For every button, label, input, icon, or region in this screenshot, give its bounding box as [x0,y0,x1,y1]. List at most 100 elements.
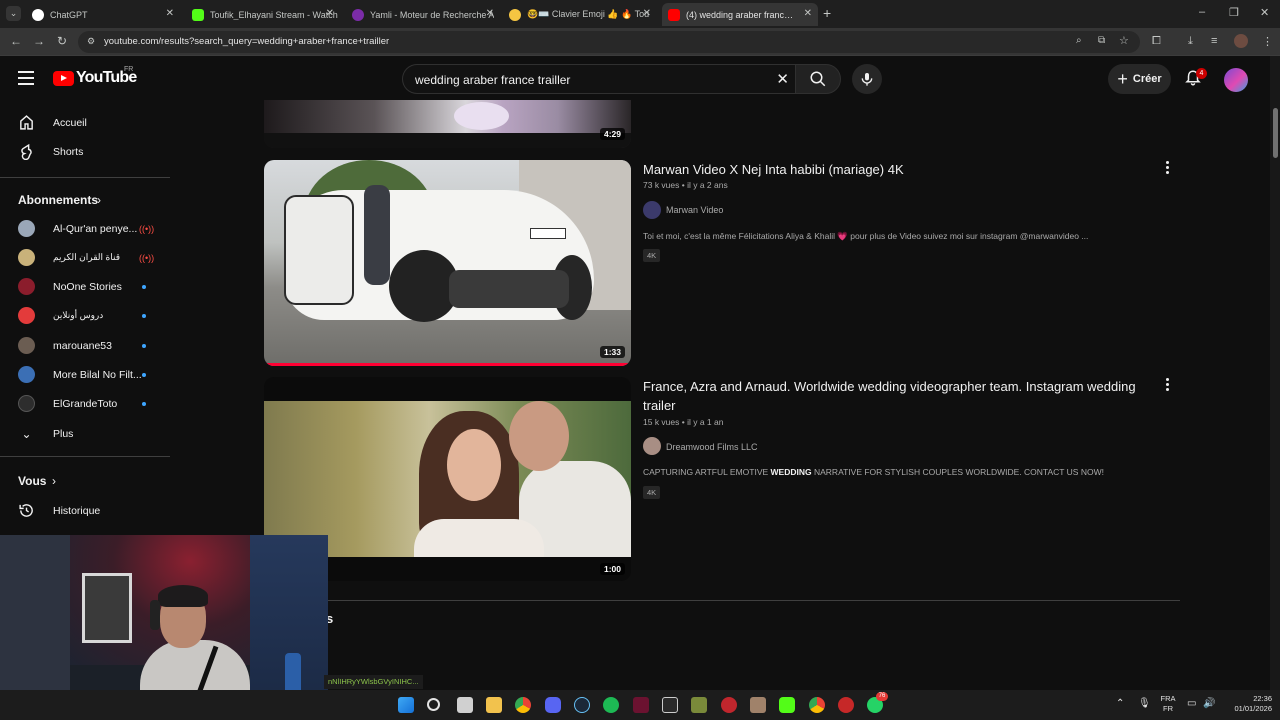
channel-avatar[interactable] [643,201,661,219]
subscription-item[interactable]: Al-Qur'an penye... ((•)) [0,214,170,243]
video-title[interactable]: Marwan Video X Nej Inta habibi (mariage)… [643,160,1153,179]
extensions-icon[interactable]: ⧠ [1152,35,1161,48]
forward-button[interactable]: → [33,34,45,48]
voice-search-button[interactable] [852,64,882,94]
video-title[interactable]: France, Azra and Arnaud. Worldwide weddi… [643,377,1153,415]
chrome-active-icon[interactable] [809,697,825,713]
hamburger-menu-icon[interactable] [18,71,34,89]
site-info-icon[interactable]: ⚙ [87,36,95,47]
tray-chevron-icon[interactable]: ⌃ [1116,698,1124,709]
new-tab-button[interactable]: + [823,5,831,21]
sidebar-item-history[interactable]: Historique [0,496,170,525]
close-icon[interactable]: ✕ [804,8,812,19]
sidebar-item-shorts[interactable]: Shorts [0,137,170,166]
media-icon[interactable]: ≡ [1211,35,1217,47]
subscription-item[interactable]: More Bilal No Filt... [0,360,170,389]
download-icon[interactable]: ⤓ [1188,35,1193,48]
video-meta: 73 k vues • il y a 2 ans [643,180,728,190]
file-explorer-icon[interactable] [486,697,502,713]
browser-tab[interactable]: Yamli - Moteur de Recherche A ✕ [346,3,500,26]
car-door [284,195,354,305]
close-icon[interactable]: ✕ [643,8,651,19]
plus-icon: + [1117,68,1128,89]
search-input-value: wedding araber france trailler [415,73,571,87]
browser-tab-active[interactable]: (4) wedding araber france trail ✕ [662,3,818,26]
zoom-icon[interactable]: ⌕ [1076,35,1082,46]
subscription-item[interactable]: قناة القران الكريم ((•)) [0,243,170,272]
back-button[interactable]: ← [10,34,22,48]
windows-start-icon[interactable] [398,697,414,713]
minimize-button[interactable]: – [1199,6,1205,18]
search-button[interactable] [795,64,841,94]
close-window-button[interactable]: ✕ [1260,6,1269,19]
page-scrollbar[interactable] [1270,56,1280,690]
discord-icon[interactable] [545,697,561,713]
channel-name[interactable]: Dreamwood Films LLC [666,442,758,452]
chrome-icon[interactable] [515,697,531,713]
sidebar-item-label: Historique [53,504,101,517]
channel-avatar [18,395,35,412]
browser-tab-bar: ⌄ ChatGPT ✕ Toufik_Elhayani Stream - Wat… [0,0,1280,28]
app-icon[interactable] [750,697,766,713]
history-icon [19,504,33,517]
more-actions-icon[interactable] [1163,378,1171,393]
subscriptions-header[interactable]: Abonnements › [0,185,170,214]
video-duration: 4:29 [599,128,625,140]
app-icon[interactable] [633,697,649,713]
subscription-item[interactable]: دروس أونلاين [0,301,170,330]
menu-kebab-icon[interactable]: ⋮ [1262,35,1273,48]
channel-avatar [18,366,35,383]
subscription-item[interactable]: marouane53 [0,331,170,360]
app-icon[interactable] [779,697,795,713]
system-clock[interactable]: 22:36 01/01/2026 [1222,694,1272,714]
channel-avatar[interactable] [643,437,661,455]
reload-button[interactable]: ↻ [57,34,67,48]
restore-button[interactable]: ❐ [1229,6,1239,19]
browser-tab[interactable]: Toufik_Elhayani Stream - Watch ✕ [186,3,340,26]
new-content-dot [142,284,146,289]
mic-tray-icon[interactable]: 🎙 [1138,698,1151,709]
volume-icon[interactable]: 🔊 [1203,698,1215,709]
show-more-button[interactable]: ⌄ Plus [0,419,170,448]
license-plate [530,228,566,239]
you-header[interactable]: Vous › [0,466,170,495]
task-view-icon[interactable] [457,697,473,713]
bookmark-star-icon[interactable]: ☆ [1119,34,1129,47]
browser-tab[interactable]: 🤓⌨️ Clavier Emoji 👍 🔥 Tou ✕ [503,3,657,26]
account-avatar[interactable] [1224,68,1248,92]
epic-games-icon[interactable] [662,697,678,713]
search-input[interactable]: wedding araber france trailler ✕ [402,64,795,94]
video-meta: 15 k vues • il y a 1 an [643,417,724,427]
scrollbar-thumb[interactable] [1273,108,1278,158]
install-icon[interactable]: ⧉ [1098,35,1105,46]
app-icon[interactable] [721,697,737,713]
language-indicator[interactable]: FRA FR [1159,694,1177,714]
more-actions-icon[interactable] [1163,161,1171,176]
headphones [150,600,160,630]
steam-icon[interactable] [574,697,590,713]
close-icon[interactable]: ✕ [166,8,174,19]
channel-name[interactable]: Marwan Video [666,205,723,215]
close-icon[interactable]: ✕ [326,8,334,19]
app-icon[interactable] [691,697,707,713]
subscription-item[interactable]: ElGrandeToto [0,389,170,418]
browser-tab[interactable]: ChatGPT ✕ [26,3,180,26]
display-icon[interactable]: ▭ [1187,698,1196,709]
url-field[interactable]: ⚙ youtube.com/results?search_query=weddi… [78,31,1140,53]
subscriptions-title: Abonnements [18,192,99,207]
video-thumbnail[interactable]: 4:29 [264,100,631,148]
video-thumbnail[interactable]: 1:33 [264,160,631,366]
subscription-item[interactable]: NoOne Stories [0,272,170,301]
sidebar-item-home[interactable]: Accueil [0,108,170,137]
app-icon[interactable] [838,697,854,713]
profile-avatar[interactable] [1234,34,1248,48]
notification-count-badge: 4 [1196,68,1207,79]
search-icon[interactable] [427,698,440,711]
tab-search-dropdown[interactable]: ⌄ [6,6,21,21]
sidebar-divider [0,456,170,457]
clear-search-icon[interactable]: ✕ [776,70,789,88]
sidebar-divider [0,177,170,178]
create-button[interactable]: + Créer [1108,64,1171,94]
close-icon[interactable]: ✕ [486,8,494,19]
spotify-icon[interactable] [603,697,619,713]
